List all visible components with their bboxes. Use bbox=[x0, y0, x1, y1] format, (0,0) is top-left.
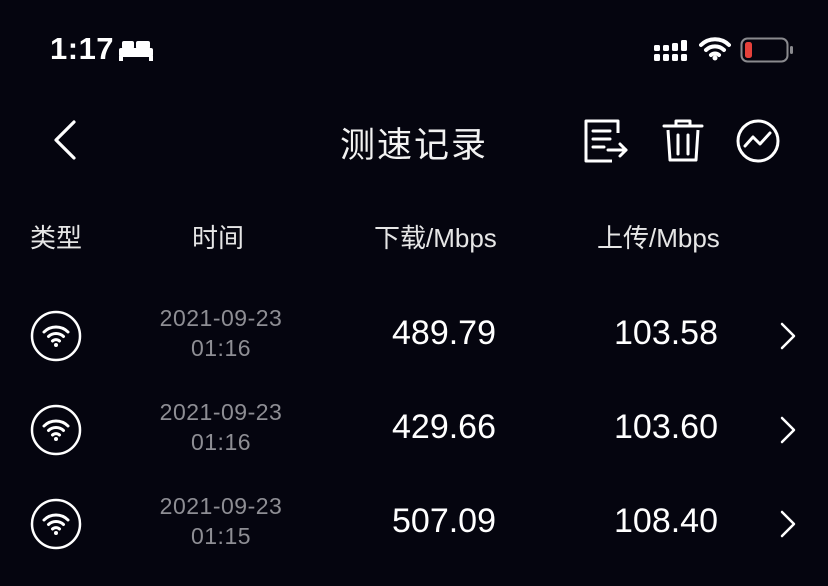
table-row[interactable]: 2021-09-23 01:16 489.79 103.58 bbox=[0, 304, 828, 398]
wifi-icon bbox=[30, 310, 82, 362]
status-time: 1:17 bbox=[50, 31, 115, 66]
wifi-icon bbox=[30, 404, 82, 456]
row-time: 01:15 bbox=[190, 523, 252, 549]
row-date: 2021-09-23 bbox=[159, 493, 283, 519]
header-upload: 上传/Mbps bbox=[597, 223, 720, 253]
row-download: 429.66 bbox=[392, 408, 496, 446]
wifi-icon bbox=[30, 498, 82, 550]
row-download: 489.79 bbox=[392, 314, 496, 352]
chevron-right-icon bbox=[780, 322, 796, 350]
battery-low-icon bbox=[740, 37, 793, 63]
header-download: 下载/Mbps bbox=[374, 223, 497, 253]
status-bar: 1:17 bbox=[0, 0, 828, 100]
row-upload: 108.40 bbox=[614, 502, 718, 540]
trash-icon[interactable] bbox=[660, 118, 706, 164]
chevron-right-icon bbox=[780, 416, 796, 444]
row-time: 01:16 bbox=[190, 429, 252, 455]
row-download: 507.09 bbox=[392, 502, 496, 540]
bed-icon bbox=[119, 41, 153, 61]
row-date: 2021-09-23 bbox=[159, 305, 283, 331]
header-time: 时间 bbox=[192, 223, 245, 253]
trend-chart-icon[interactable] bbox=[734, 118, 782, 164]
table-row[interactable]: 2021-09-23 01:16 429.66 103.60 bbox=[0, 398, 828, 492]
table-row[interactable]: 2021-09-23 01:15 507.09 108.40 bbox=[0, 492, 828, 586]
header-type: 类型 bbox=[30, 223, 83, 253]
cellular-signal-icon bbox=[654, 40, 687, 61]
row-time: 01:16 bbox=[190, 335, 252, 361]
row-upload: 103.58 bbox=[614, 314, 718, 352]
wifi-icon bbox=[699, 37, 731, 61]
export-document-icon[interactable] bbox=[582, 117, 632, 165]
row-upload: 103.60 bbox=[614, 408, 718, 446]
row-date: 2021-09-23 bbox=[159, 399, 283, 425]
chevron-right-icon bbox=[780, 510, 796, 538]
